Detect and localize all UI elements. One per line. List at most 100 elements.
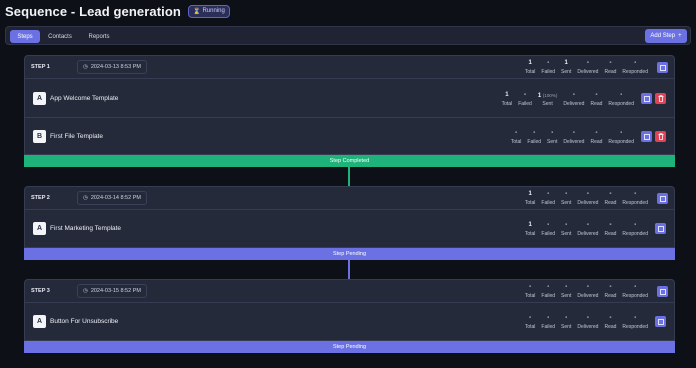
step-stats: 1 Total - Failed 1 Sent - Delivered - Read - R… bbox=[522, 60, 651, 75]
step-card: STEP 1 ◷ 2024-03-13 8:53 PM 1 Total - Fail… bbox=[24, 55, 675, 155]
clock-icon: ◷ bbox=[83, 64, 88, 70]
trash-icon bbox=[658, 95, 663, 102]
stat-sent: 1 (100%) Sent bbox=[535, 92, 561, 107]
stat-label: Total bbox=[524, 231, 536, 237]
delete-template-button[interactable] bbox=[655, 131, 666, 142]
stat-responded: - Responded bbox=[619, 284, 651, 299]
stat-value: - bbox=[634, 191, 637, 197]
template-stats: 1 Total - Failed 1 (100%) Sent - Delivered -… bbox=[499, 92, 637, 107]
step-date: ◷ 2024-03-13 8:53 PM bbox=[77, 60, 147, 74]
stat-delivered: - Delivered bbox=[574, 60, 601, 75]
stat-read: - Read bbox=[601, 284, 619, 299]
stat-label: Read bbox=[590, 139, 603, 145]
stat-value: - bbox=[634, 284, 637, 290]
step-date-value: 2024-03-13 8:53 PM bbox=[90, 64, 141, 70]
page-title: Sequence - Lead generation bbox=[5, 3, 181, 19]
stat-read: - Read bbox=[601, 191, 619, 206]
template-letter-icon: B bbox=[33, 130, 46, 143]
edit-template-button[interactable] bbox=[641, 131, 652, 142]
edit-step-button[interactable] bbox=[657, 286, 668, 297]
stat-failed: - Failed bbox=[538, 284, 558, 299]
edit-icon bbox=[643, 133, 650, 140]
step-date: ◷ 2024-03-15 8:52 PM bbox=[77, 284, 147, 298]
stat-value: - bbox=[529, 315, 532, 321]
stat-value: 1 bbox=[528, 60, 532, 66]
stat-value: 1 bbox=[564, 60, 568, 66]
stat-label: Delivered bbox=[577, 200, 599, 206]
stat-total: 1 Total bbox=[522, 222, 539, 237]
stat-total: - Total bbox=[508, 130, 525, 145]
stat-value: - bbox=[634, 315, 637, 321]
stat-label: Sent bbox=[547, 139, 558, 145]
step-card: STEP 2 ◷ 2024-03-14 8:52 PM 1 Total - Fail… bbox=[24, 186, 675, 248]
stat-value: - bbox=[572, 130, 575, 136]
stat-value: - bbox=[620, 92, 623, 98]
step-status-bar: Step Completed bbox=[24, 155, 675, 167]
tab-contacts[interactable]: Contacts bbox=[44, 30, 76, 43]
step-connector bbox=[348, 260, 350, 279]
add-step-label: Add Step bbox=[650, 33, 676, 39]
stat-responded: - Responded bbox=[619, 315, 651, 330]
stat-label: Failed bbox=[541, 293, 556, 299]
stat-failed: - Failed bbox=[538, 315, 558, 330]
stat-label: Delivered bbox=[577, 69, 599, 75]
trash-icon bbox=[658, 133, 663, 140]
stat-responded: - Responded bbox=[619, 60, 651, 75]
step-status-bar: Step Pending bbox=[24, 341, 675, 353]
stat-label: Failed bbox=[518, 101, 532, 107]
stat-failed: - Failed bbox=[538, 222, 558, 237]
stat-sent: 1 Sent bbox=[558, 60, 574, 75]
tab-reports[interactable]: Reports bbox=[84, 30, 114, 43]
stat-read: - Read bbox=[601, 60, 619, 75]
stat-value: - bbox=[547, 60, 550, 66]
template-name: First File Template bbox=[50, 133, 103, 140]
edit-template-button[interactable] bbox=[655, 223, 666, 234]
stat-value: 1 (100%) bbox=[537, 93, 558, 99]
stat-delivered: - Delivered bbox=[560, 130, 587, 145]
stat-value: - bbox=[565, 222, 568, 228]
stat-value: - bbox=[586, 60, 589, 66]
template-stats: - Total - Failed - Sent - Delivered - Read - R… bbox=[522, 315, 651, 330]
stat-label: Failed bbox=[527, 139, 542, 145]
stat-value: - bbox=[547, 315, 550, 321]
stat-total: - Total bbox=[522, 315, 539, 330]
stat-value: - bbox=[565, 191, 568, 197]
template-name: Button For Unsubscribe bbox=[50, 318, 119, 325]
stat-label: Delivered bbox=[577, 293, 599, 299]
stat-delivered: - Delivered bbox=[574, 191, 601, 206]
stat-label: Read bbox=[590, 101, 603, 107]
stat-label: Sent bbox=[542, 101, 553, 107]
template-stats: 1 Total - Failed - Sent - Delivered - Read - R… bbox=[522, 222, 651, 237]
stat-label: Read bbox=[604, 324, 617, 330]
clock-icon: ◷ bbox=[83, 195, 88, 201]
stat-label: Delivered bbox=[577, 231, 599, 237]
stat-delivered: - Delivered bbox=[574, 222, 601, 237]
stat-value: - bbox=[620, 130, 623, 136]
edit-template-button[interactable] bbox=[655, 316, 666, 327]
edit-icon bbox=[659, 64, 666, 71]
step-header: STEP 1 ◷ 2024-03-13 8:53 PM 1 Total - Fail… bbox=[25, 56, 674, 79]
stat-value: 1 bbox=[528, 222, 532, 228]
stat-total: - Total bbox=[522, 284, 539, 299]
step-status-bar: Step Pending bbox=[24, 248, 675, 260]
stat-value: - bbox=[609, 191, 612, 197]
step-label: STEP 3 bbox=[31, 288, 50, 294]
edit-template-button[interactable] bbox=[641, 93, 652, 104]
stat-label: Total bbox=[524, 324, 536, 330]
delete-template-button[interactable] bbox=[655, 93, 666, 104]
template-row: B First File Template - Total - Failed - Se… bbox=[25, 118, 674, 155]
template-name: App Welcome Template bbox=[50, 95, 119, 102]
edit-step-button[interactable] bbox=[657, 62, 668, 73]
template-row: A First Marketing Template 1 Total - Faile… bbox=[25, 210, 674, 248]
add-step-button[interactable]: Add Step + bbox=[645, 29, 687, 43]
step-date-value: 2024-03-15 8:52 PM bbox=[90, 288, 141, 294]
stat-value: - bbox=[609, 284, 612, 290]
step-date: ◷ 2024-03-14 8:52 PM bbox=[77, 191, 147, 205]
stat-label: Total bbox=[510, 139, 522, 145]
edit-step-button[interactable] bbox=[657, 193, 668, 204]
stat-failed: - Failed bbox=[538, 60, 558, 75]
tab-steps[interactable]: Steps bbox=[10, 30, 40, 43]
stat-label: Delivered bbox=[563, 139, 585, 145]
stat-value: - bbox=[551, 130, 554, 136]
stat-label: Sent bbox=[561, 200, 572, 206]
